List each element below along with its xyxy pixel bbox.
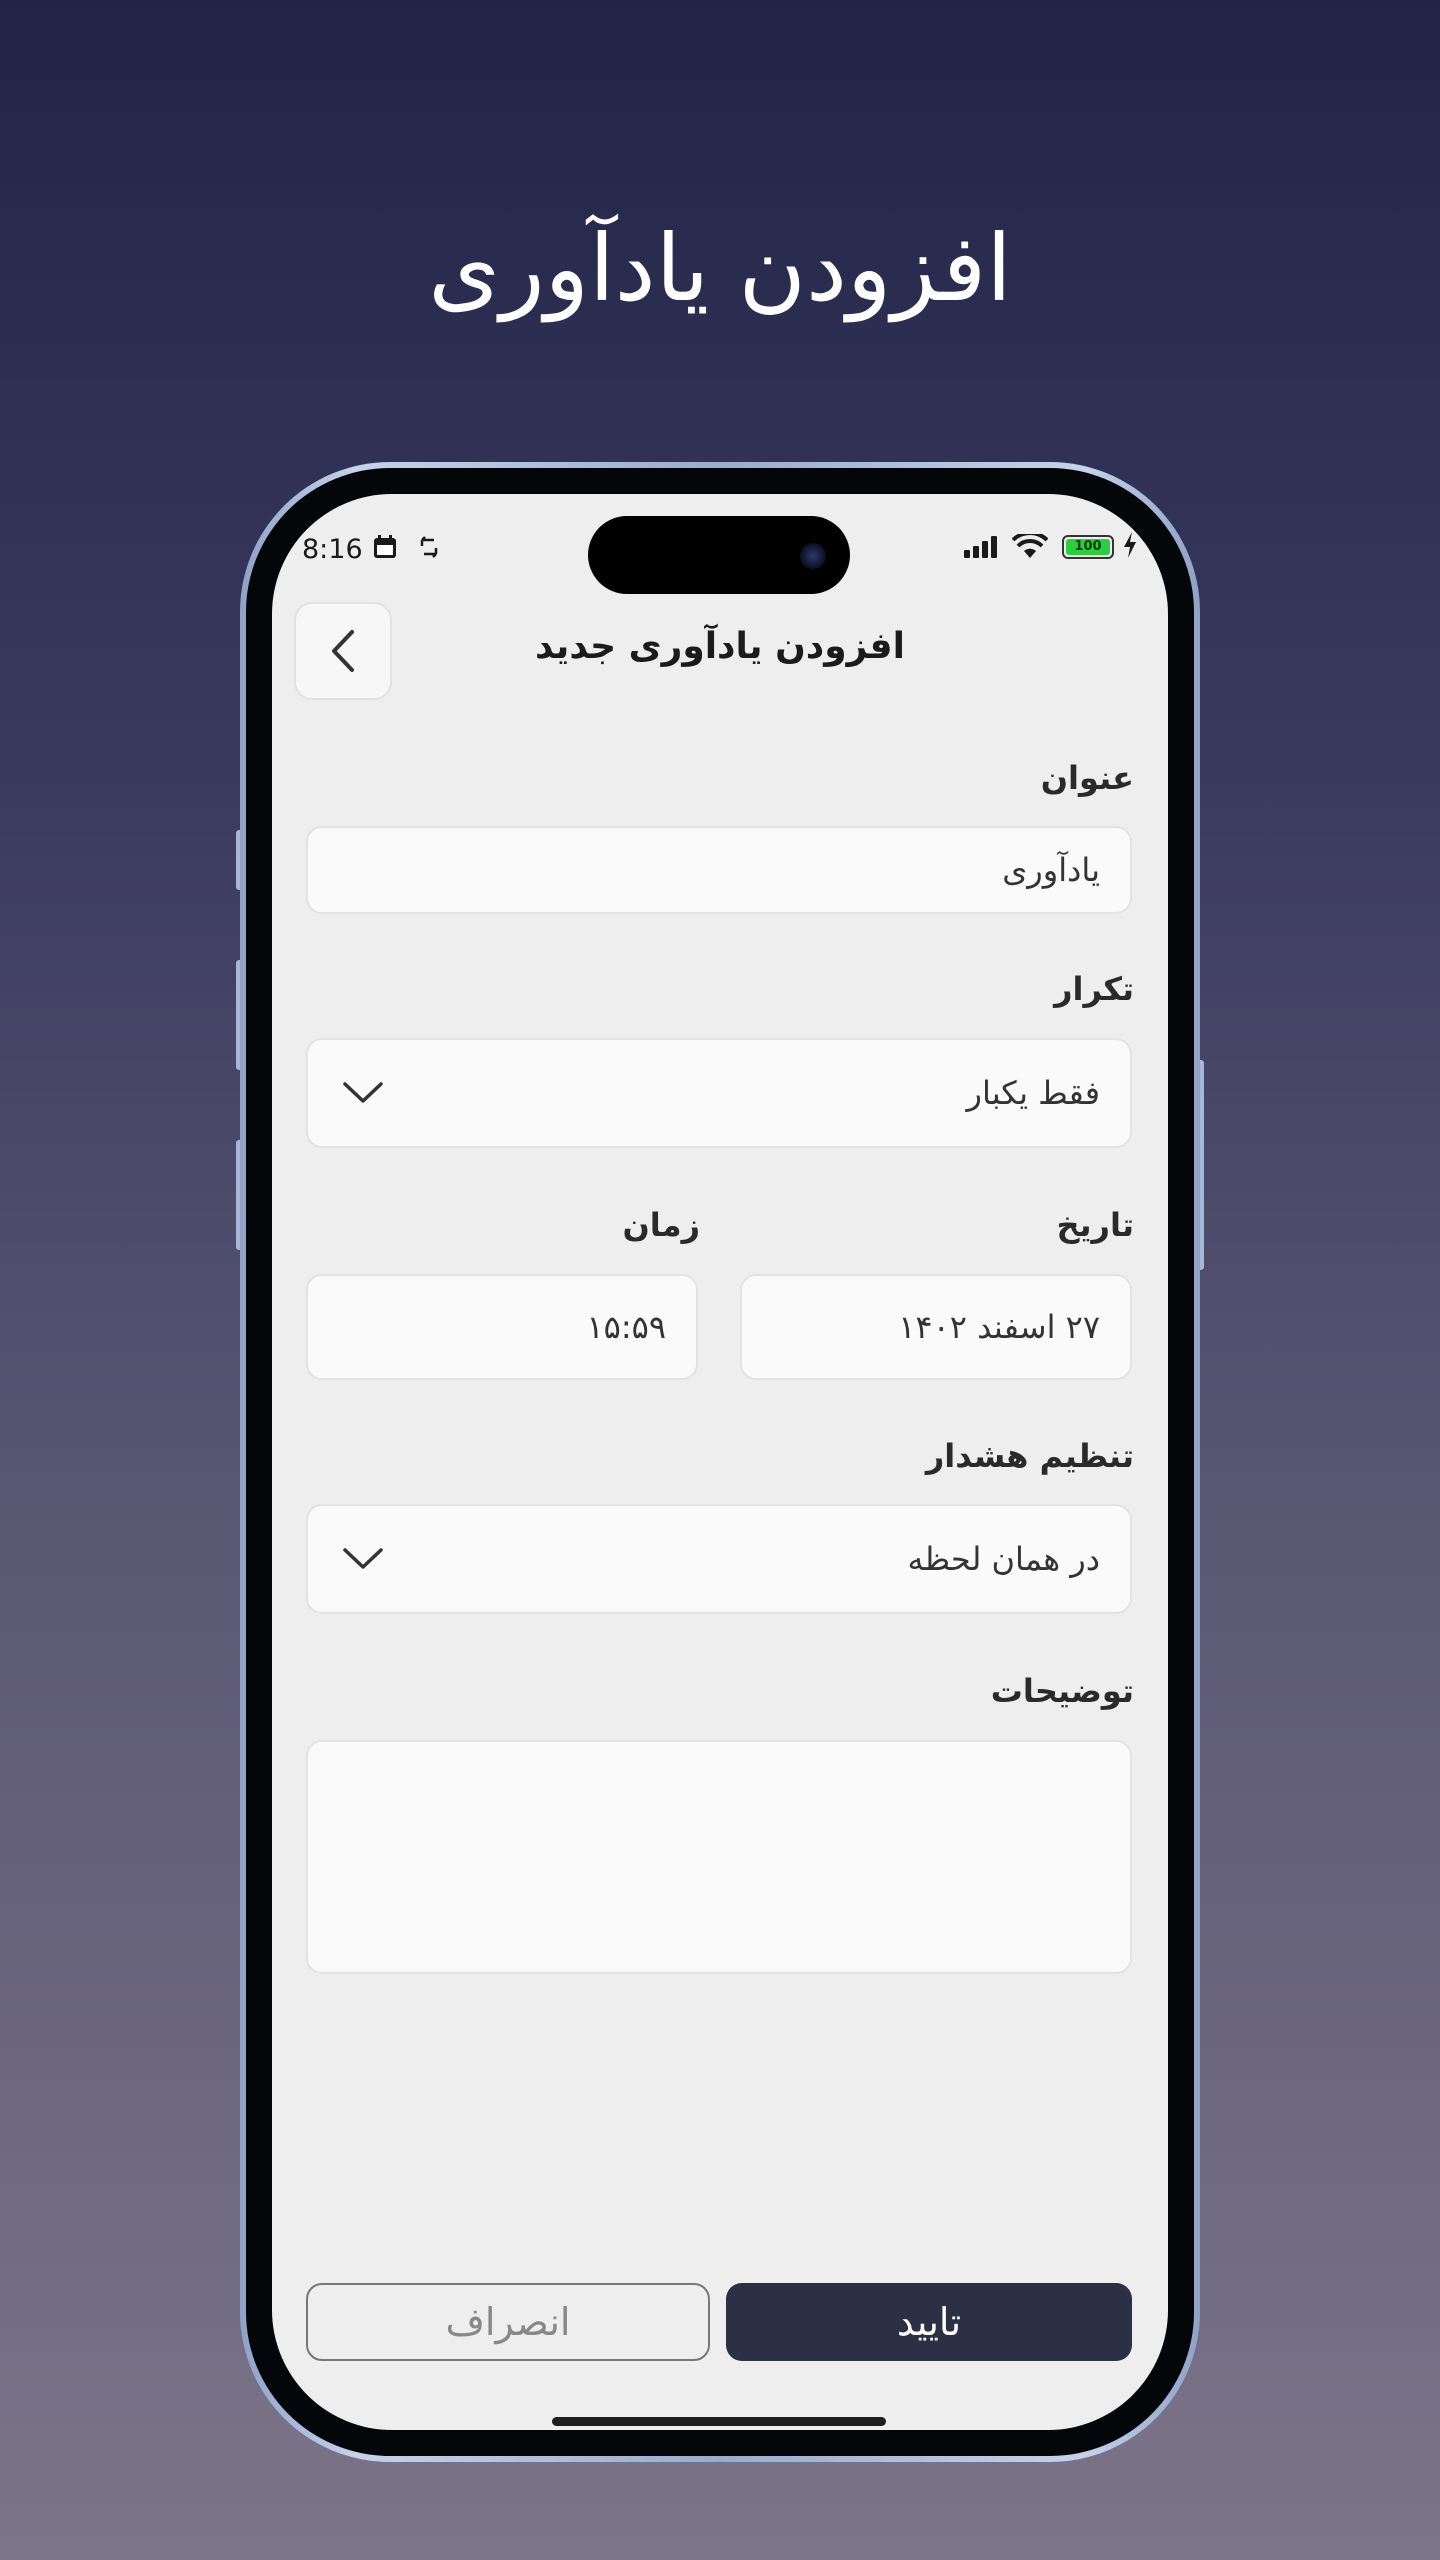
repeat-select-value: فقط یکبار <box>966 1074 1100 1112</box>
alarm-label: تنظیم هشدار <box>925 1437 1134 1475</box>
date-input-value: ۲۷ اسفند ۱۴۰۲ <box>898 1308 1100 1346</box>
title-label: عنوان <box>1040 759 1134 797</box>
repeat-label: تکرار <box>1054 970 1134 1008</box>
page-title: افزودن یادآوری جدید <box>535 626 905 667</box>
charging-icon <box>1122 532 1138 564</box>
dynamic-island <box>588 516 850 594</box>
title-input[interactable]: یادآوری <box>306 826 1132 914</box>
title-input-value: یادآوری <box>1002 851 1100 889</box>
alarm-select-value: در همان لحظه <box>907 1540 1100 1578</box>
calendar-icon <box>372 534 398 566</box>
phone-frame: 8:16 100 افزودن یادآوری جدید عنوان یادآو… <box>240 462 1200 2462</box>
chevron-down-icon <box>343 1082 383 1103</box>
battery-icon: 100 <box>1062 535 1114 559</box>
time-input[interactable]: ۱۵:۵۹ <box>306 1274 698 1380</box>
time-label: زمان <box>622 1206 700 1244</box>
confirm-button[interactable]: تایید <box>726 2283 1132 2361</box>
alarm-select[interactable]: در همان لحظه <box>306 1504 1132 1614</box>
date-input[interactable]: ۲۷ اسفند ۱۴۰۲ <box>740 1274 1132 1380</box>
notes-textarea[interactable] <box>306 1740 1132 1974</box>
status-time: 8:16 <box>302 534 363 565</box>
time-input-value: ۱۵:۵۹ <box>586 1308 666 1346</box>
date-label: تاریخ <box>1056 1206 1134 1244</box>
notes-label: توضیحات <box>990 1672 1134 1710</box>
chevron-left-icon <box>332 630 354 672</box>
cancel-button[interactable]: انصراف <box>306 2283 710 2361</box>
battery-level: 100 <box>1066 539 1110 555</box>
phone-bezel: 8:16 100 افزودن یادآوری جدید عنوان یادآو… <box>246 468 1194 2456</box>
sync-icon <box>417 534 441 566</box>
home-indicator[interactable] <box>552 2417 886 2426</box>
camera-icon <box>800 543 826 569</box>
back-button[interactable] <box>294 602 392 700</box>
wifi-icon <box>1011 530 1049 564</box>
repeat-select[interactable]: فقط یکبار <box>306 1038 1132 1148</box>
chevron-down-icon <box>343 1548 383 1569</box>
phone-screen: 8:16 100 افزودن یادآوری جدید عنوان یادآو… <box>272 494 1168 2430</box>
hero-title: افزودن یادآوری <box>428 215 1012 322</box>
signal-icon <box>964 536 1000 562</box>
